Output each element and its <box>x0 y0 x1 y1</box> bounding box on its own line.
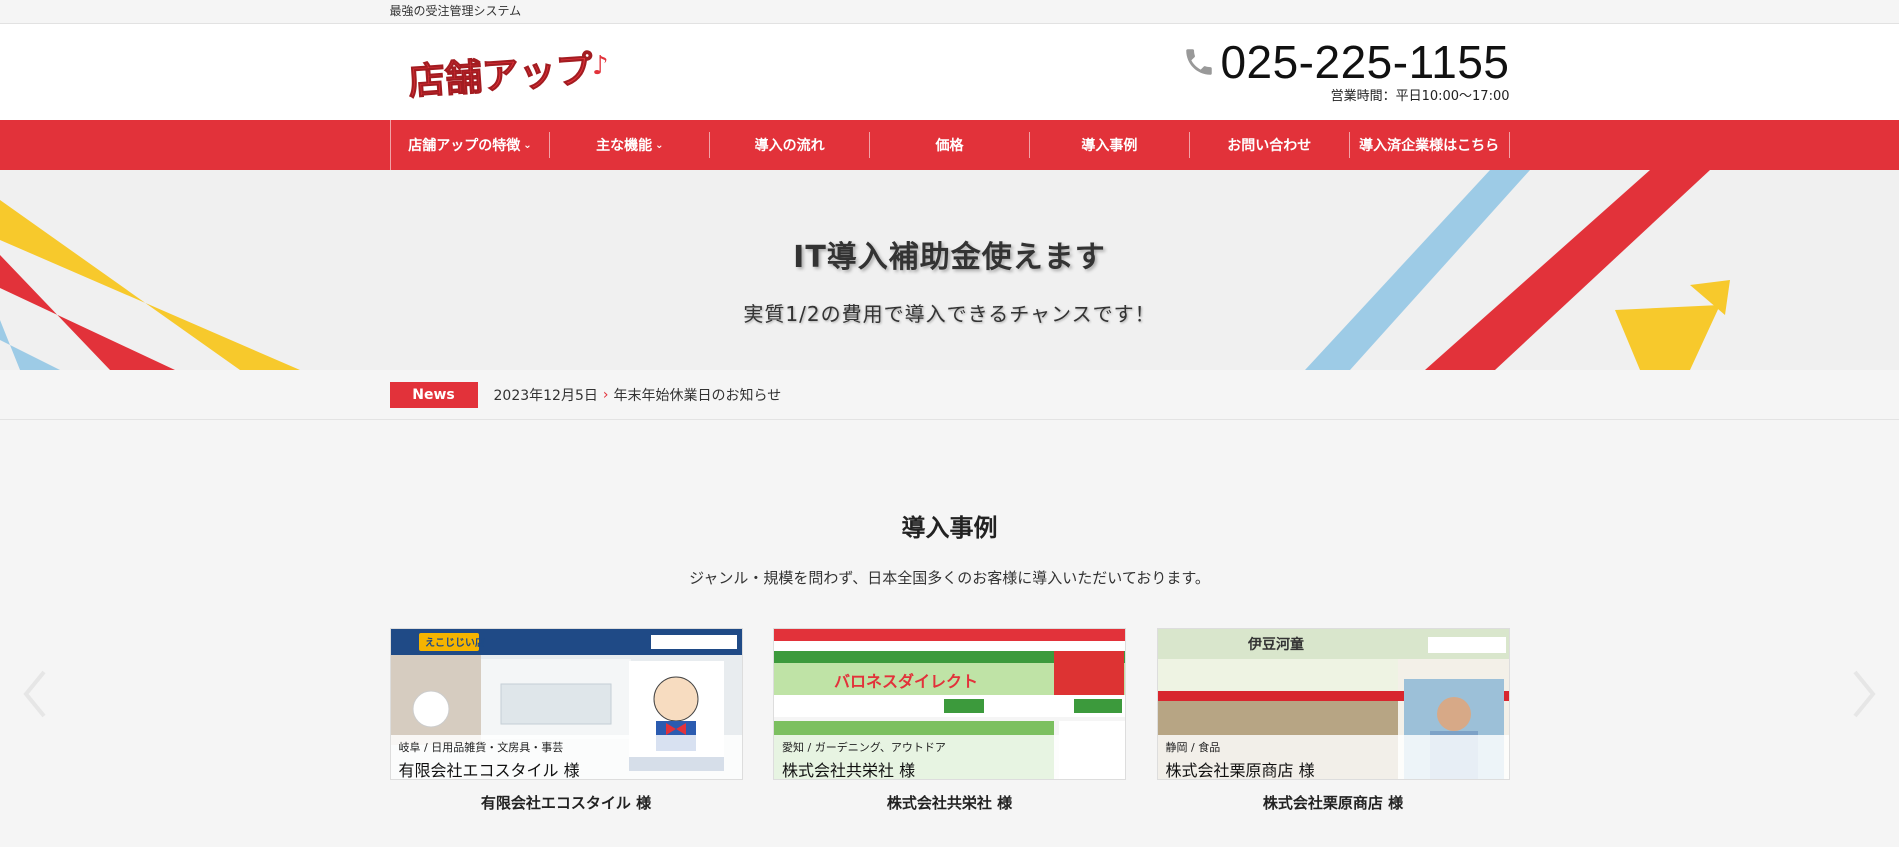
case-tags: 静岡 / 食品 <box>1165 741 1221 754</box>
case-tags: 愛知 / ガーデニング、アウトドア <box>782 741 946 754</box>
news-link[interactable]: 年末年始休業日のお知らせ <box>613 385 781 405</box>
site-tagline: 最強の受注管理システム <box>389 4 522 18</box>
nav-item-functions[interactable]: 主な機能 ⌄ <box>550 132 711 158</box>
nav-item-price[interactable]: 価格 <box>870 132 1030 158</box>
case-studies-section: 導入事例 ジャンル・規模を問わず、日本全国多くのお客様に導入いただいております。… <box>0 420 1899 828</box>
case-card[interactable]: バロネスダイレクト 愛知 / ガーデニング、アウトドア 株式会社共栄社 様 株式… <box>773 628 1126 813</box>
case-thumbnail[interactable]: えこじじい店 岐阜 / 日用品雑貨・文房具・事芸 有限会社エコスタイル 様 <box>389 628 743 780</box>
nav-item-flow[interactable]: 導入の流れ <box>710 132 871 158</box>
case-card[interactable]: えこじじい店 岐阜 / 日用品雑貨・文房具・事芸 有限会社エコスタイル 様 有限… <box>389 628 743 813</box>
global-nav: 店舗アップの特徴 ⌄ 主な機能 ⌄ 導入の流れ 価格 導入事例 お問い合わせ 導入済… <box>0 120 1899 170</box>
svg-text:店舗アップ: 店舗アップ <box>406 48 594 104</box>
case-company-name[interactable]: 株式会社共栄社 様 <box>773 792 1126 813</box>
news-date: 2023年12月5日 <box>493 388 598 404</box>
carousel-next-icon[interactable] <box>1849 664 1879 724</box>
case-thumbnail[interactable]: 伊豆河童 静岡 / 食品 株式会社栗原商店 様 <box>1156 628 1510 780</box>
nav-item-contact[interactable]: お問い合わせ <box>1190 132 1350 158</box>
top-bar: 最強の受注管理システム <box>0 0 1899 24</box>
case-tags: 岐阜 / 日用品雑貨・文房具・事芸 <box>398 741 564 754</box>
svg-text:バロネスダイレクト: バロネスダイレクト <box>834 672 978 691</box>
nav-item-features[interactable]: 店舗アップの特徴 ⌄ <box>391 132 551 158</box>
news-badge: News <box>389 382 478 408</box>
case-caption: 有限会社エコスタイル 様 <box>398 761 580 780</box>
case-company-name[interactable]: 株式会社栗原商店 様 <box>1157 792 1510 813</box>
news-bar: News 2023年12月5日 › 年末年始休業日のお知らせ <box>0 370 1899 420</box>
phone-number[interactable]: 025-225-1155 <box>1220 39 1509 85</box>
site-logo[interactable]: 店舗アップ 店舗アップ ♪ <box>402 44 622 104</box>
case-card[interactable]: 伊豆河童 静岡 / 食品 株式会社栗原商店 様 株式会社栗原商店 様 <box>1156 628 1510 813</box>
hero-title: IT導入補助金使えます <box>793 240 1106 275</box>
section-lead: ジャンル・規模を問わず、日本全国多くのお客様に導入いただいております。 <box>689 569 1210 587</box>
case-carousel: えこじじい店 岐阜 / 日用品雑貨・文房具・事芸 有限会社エコスタイル 様 有限… <box>0 628 1899 828</box>
hero-banner[interactable]: IT導入補助金使えます 実質1/2の費用で導入できるチャンスです！ <box>0 170 1899 370</box>
nav-item-existing-clients[interactable]: 導入済企業様はこちら <box>1350 132 1510 158</box>
svg-text:♪: ♪ <box>592 51 609 81</box>
phone-icon <box>1186 49 1213 75</box>
chevron-down-icon: ⌄ <box>655 139 664 151</box>
svg-text:えこじじい店: えこじじい店 <box>425 636 485 649</box>
hero-subtitle: 実質1/2の費用で導入できるチャンスです！ <box>743 302 1156 326</box>
carousel-prev-icon[interactable] <box>20 664 50 724</box>
case-caption: 株式会社栗原商店 様 <box>1165 761 1315 780</box>
case-company-name[interactable]: 有限会社エコスタイル 様 <box>390 792 743 813</box>
contact-block: 025-225-1155 営業時間：平日10:00〜17:00 <box>1182 39 1510 104</box>
case-thumbnail[interactable]: バロネスダイレクト 愛知 / ガーデニング、アウトドア 株式会社共栄社 様 <box>773 628 1126 780</box>
section-title: 導入事例 <box>901 514 998 542</box>
chevron-down-icon: ⌄ <box>523 139 532 151</box>
nav-item-cases[interactable]: 導入事例 <box>1030 132 1190 158</box>
case-caption: 株式会社共栄社 様 <box>782 761 916 780</box>
chevron-right-icon: › <box>602 387 609 403</box>
site-header: 店舗アップ 店舗アップ ♪ 025-225-1155 営業時間：平日10:00〜… <box>0 24 1899 120</box>
svg-text:伊豆河童: 伊豆河童 <box>1247 636 1304 653</box>
